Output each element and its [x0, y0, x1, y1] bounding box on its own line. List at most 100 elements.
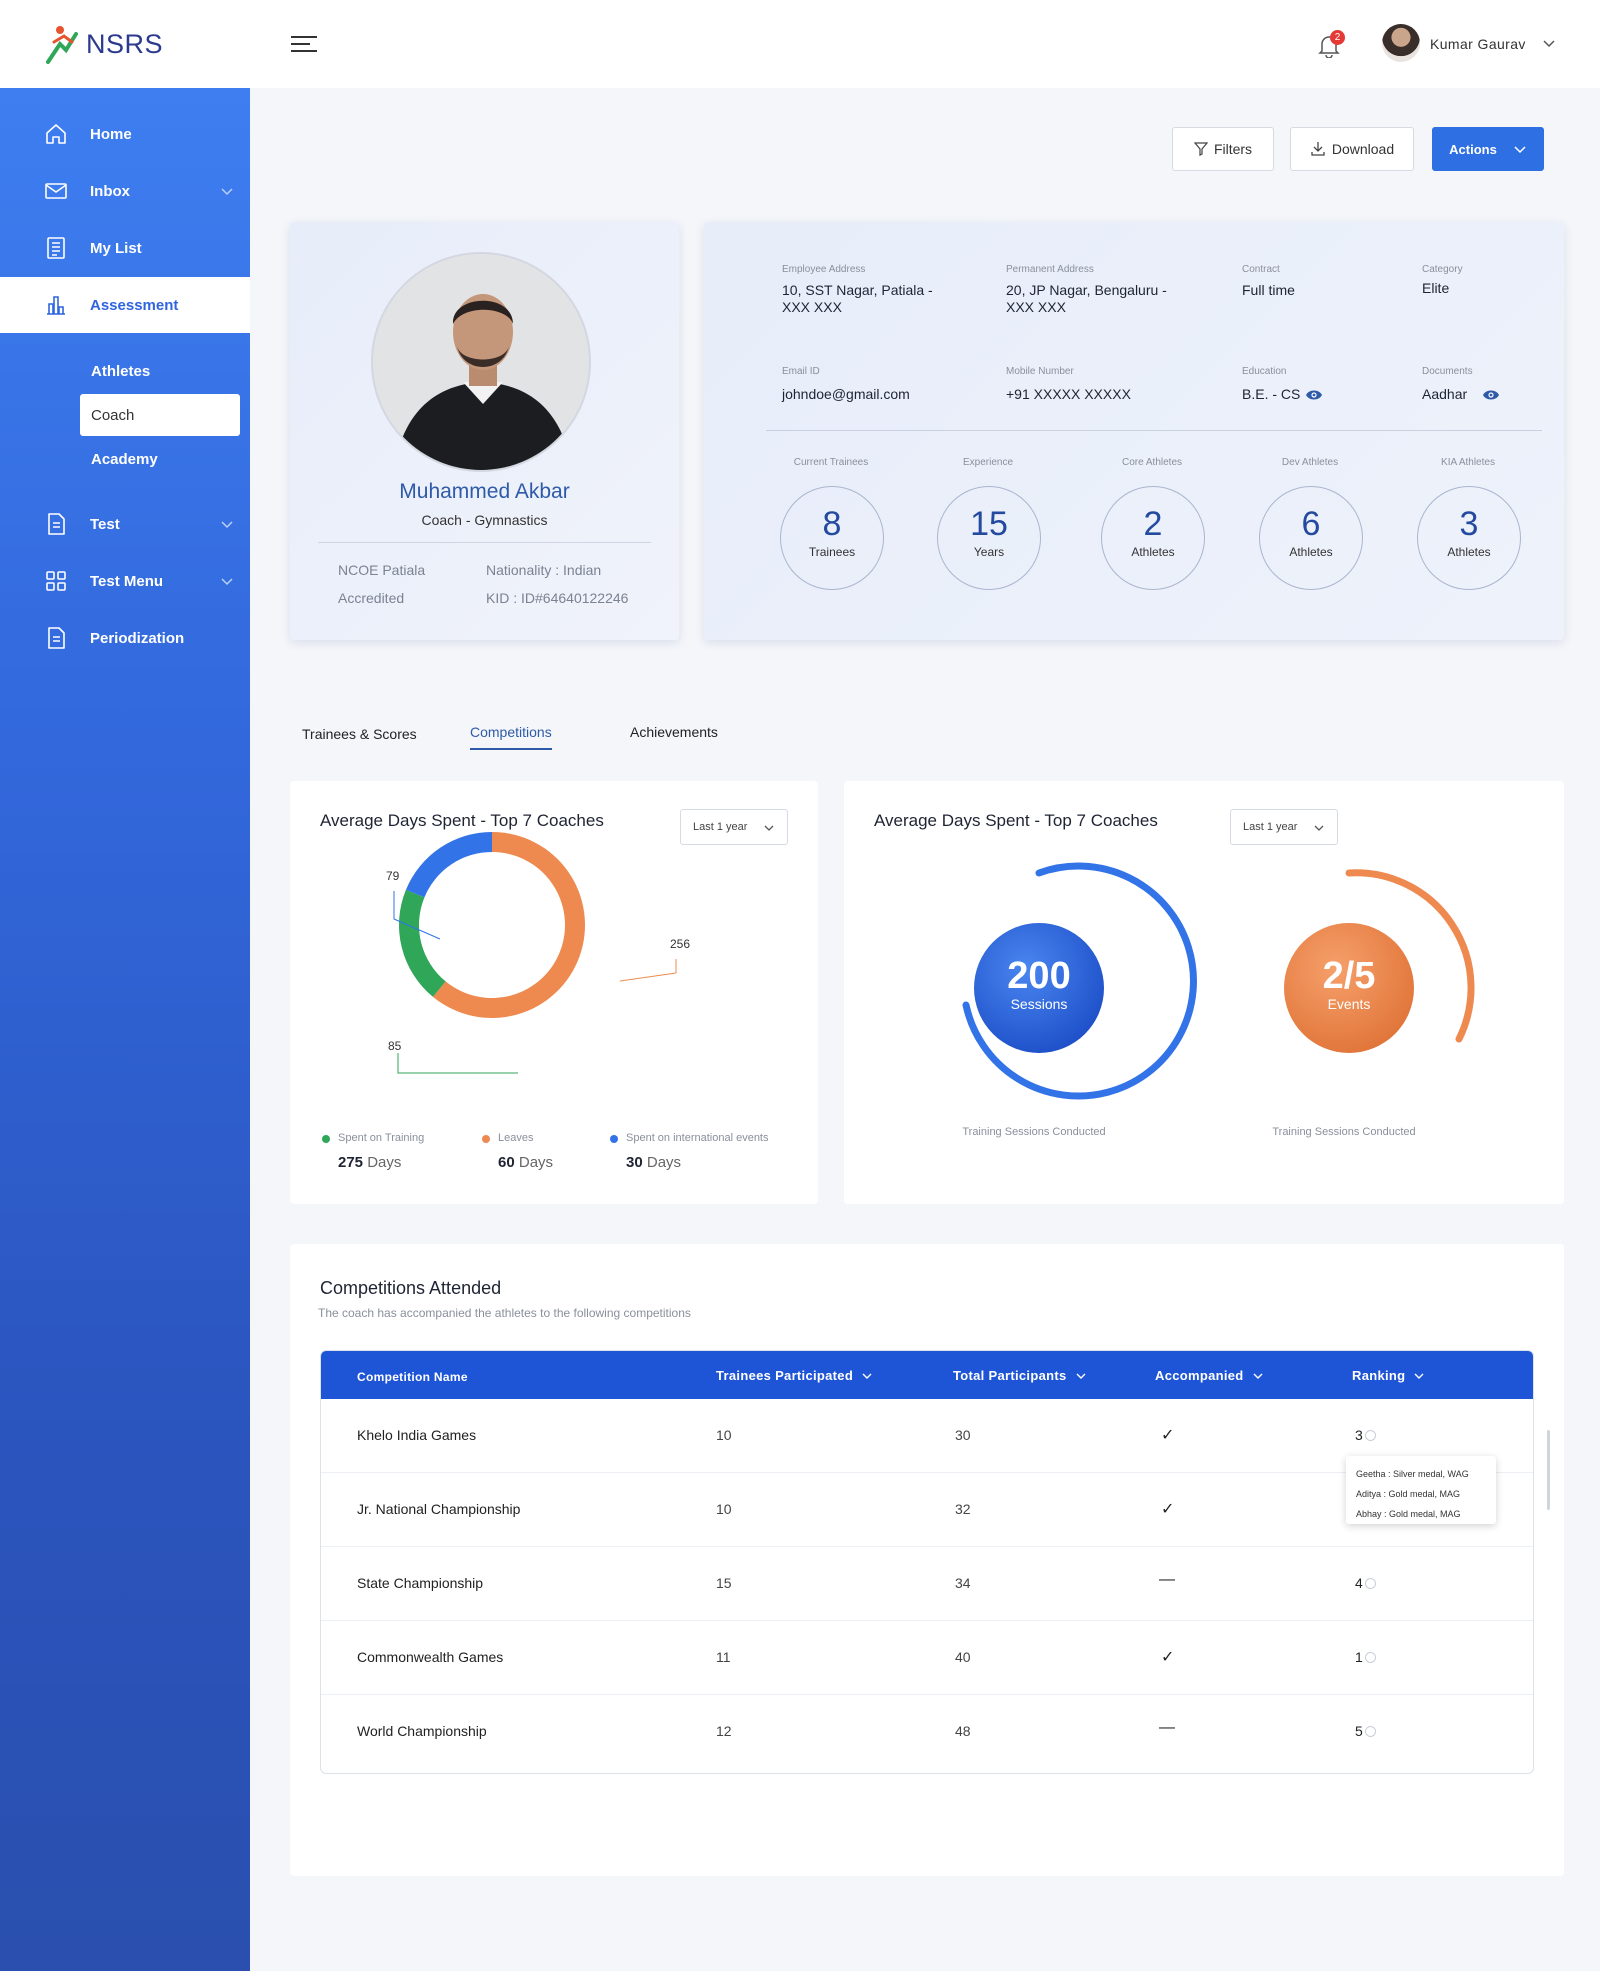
gauge-chart-card: Average Days Spent - Top 7 Coaches Last … — [844, 781, 1564, 1204]
divider — [766, 430, 1542, 431]
permanent-address: 20, JP Nagar, Bengaluru - XXX XXX — [1006, 282, 1167, 315]
gauge-unit: Sessions — [1010, 996, 1068, 1012]
gauge-rings — [962, 862, 1475, 1100]
info-icon[interactable] — [1364, 1577, 1376, 1589]
info-icon[interactable] — [1364, 1651, 1376, 1663]
ranking-tooltip: Geetha : Silver medal, WAG Aditya : Gold… — [1346, 1456, 1496, 1524]
mail-icon — [45, 183, 67, 199]
table-row[interactable]: Commonwealth Games 11 40 ✓ 1 — [321, 1621, 1533, 1695]
stat-value: 15 — [970, 505, 1008, 543]
sidebar-subitem-athletes[interactable]: Athletes — [80, 350, 240, 392]
gauge-label-sessions: 200 Sessions — [974, 956, 1104, 1012]
stat-label: Experience — [962, 457, 1014, 468]
gauge-unit: Events — [1327, 996, 1371, 1012]
stat-value: 6 — [1301, 505, 1321, 543]
cell-competition-name: Jr. National Championship — [357, 1501, 521, 1517]
column-header-accompanied[interactable]: Accompanied — [1155, 1368, 1264, 1383]
legend-value: 275 Days — [338, 1154, 402, 1171]
tab-trainees-scores[interactable]: Trainees & Scores — [302, 726, 417, 742]
sidebar-subitem-label: Coach — [91, 406, 135, 424]
gauge-label-events: 2/5 Events — [1284, 956, 1414, 1012]
employee-address: 10, SST Nagar, Patiala - XXX XXX — [782, 282, 933, 315]
notification-badge: 2 — [1330, 30, 1345, 45]
stat-unit: Trainees — [808, 545, 856, 559]
coach-nationality: Nationality : Indian — [486, 562, 602, 578]
sidebar-subitem-academy[interactable]: Academy — [80, 438, 240, 480]
cell-trainees: 15 — [716, 1575, 732, 1591]
documents-label: Documents — [1422, 366, 1473, 377]
cell-accompanied: — — [1159, 1719, 1175, 1736]
stat-label: Dev Athletes — [1281, 457, 1339, 468]
sidebar-item-test[interactable]: Test — [0, 496, 250, 552]
stat-experience: 15 Years — [937, 486, 1041, 590]
column-header-total[interactable]: Total Participants — [953, 1368, 1087, 1383]
tab-competitions[interactable]: Competitions — [470, 724, 552, 750]
chevron-down-icon[interactable] — [1542, 36, 1556, 50]
actions-button[interactable]: Actions — [1432, 127, 1544, 171]
stat-core-athletes: 2 Athletes — [1101, 486, 1205, 590]
competitions-card: Competitions Attended The coach has acco… — [290, 1244, 1564, 1876]
eye-icon[interactable] — [1305, 388, 1323, 402]
column-header-ranking[interactable]: Ranking — [1352, 1368, 1425, 1383]
tab-achievements[interactable]: Achievements — [630, 724, 718, 740]
employee-address-label: Employee Address — [782, 264, 866, 275]
gauge-value: 200 — [1007, 955, 1071, 997]
legend-value: 30 Days — [626, 1154, 682, 1171]
avatar[interactable] — [1382, 24, 1420, 62]
filters-button[interactable]: Filters — [1172, 127, 1274, 171]
cell-competition-name: State Championship — [357, 1575, 484, 1591]
download-button[interactable]: Download — [1290, 127, 1414, 171]
legend-dot-international — [610, 1135, 618, 1143]
chevron-down-icon — [221, 521, 233, 529]
callout-value-orange: 256 — [670, 937, 691, 951]
tooltip-line: Abhay : Gold medal, MAG — [1356, 1509, 1461, 1519]
sidebar-item-periodization[interactable]: Periodization — [0, 610, 250, 666]
contract-value: Full time — [1242, 282, 1295, 298]
download-label: Download — [1331, 141, 1395, 157]
cell-competition-name: Commonwealth Games — [357, 1649, 504, 1665]
section-title: Competitions Attended — [320, 1278, 502, 1298]
table-scrollbar[interactable] — [1547, 1430, 1550, 1510]
coach-info-card: Employee Address 10, SST Nagar, Patiala … — [704, 222, 1564, 640]
info-icon[interactable] — [1364, 1429, 1376, 1441]
eye-icon[interactable] — [1482, 388, 1500, 402]
email-label: Email ID — [782, 366, 820, 377]
actions-label: Actions — [1449, 141, 1497, 157]
sidebar-item-assessment[interactable]: Assessment — [0, 277, 250, 333]
cell-accompanied: ✓ — [1161, 1649, 1175, 1666]
stat-value: 2 — [1143, 505, 1163, 543]
table-row[interactable]: World Championship 12 48 — 5 — [321, 1695, 1533, 1769]
cell-ranking: 4 — [1355, 1575, 1376, 1591]
stat-label: KIA Athletes — [1441, 457, 1495, 468]
donut-slice-spent-on-training[interactable] — [399, 889, 446, 997]
sidebar-item-my-list[interactable]: My List — [0, 220, 250, 276]
sidebar-subitem-coach[interactable]: Coach — [80, 394, 240, 436]
info-icon[interactable] — [1364, 1725, 1376, 1737]
coach-org: NCOE Patiala — [338, 562, 426, 578]
contract-label: Contract — [1242, 264, 1280, 275]
column-header-trainees[interactable]: Trainees Participated — [716, 1368, 873, 1383]
cell-ranking: 5 — [1355, 1723, 1376, 1739]
cell-trainees: 11 — [716, 1649, 731, 1665]
chevron-down-icon — [1514, 146, 1526, 154]
cell-ranking: 1 — [1355, 1649, 1376, 1665]
user-name[interactable]: Kumar Gaurav — [1430, 36, 1526, 52]
category-value: Elite — [1422, 280, 1450, 296]
sidebar: Home Inbox My List Assessment Athletes C… — [0, 88, 250, 1971]
sidebar-item-home[interactable]: Home — [0, 106, 250, 162]
permanent-address-label: Permanent Address — [1006, 264, 1094, 275]
column-header-competition-name: Competition Name — [357, 1370, 468, 1384]
hamburger-menu-icon[interactable] — [290, 34, 318, 54]
legend-value: 60 Days — [498, 1154, 554, 1171]
stat-value: 8 — [822, 505, 842, 543]
filters-label: Filters — [1213, 141, 1253, 157]
logo[interactable]: NSRS — [0, 0, 250, 88]
cell-total: 30 — [955, 1427, 971, 1443]
sidebar-item-test-menu[interactable]: Test Menu — [0, 553, 250, 609]
table-row[interactable]: State Championship 15 34 — 4 — [321, 1547, 1533, 1621]
top-bar: 2 Kumar Gaurav — [250, 0, 1600, 88]
callout-line-green — [397, 1053, 518, 1074]
sidebar-item-inbox[interactable]: Inbox — [0, 163, 250, 219]
cell-trainees: 12 — [716, 1723, 732, 1739]
donut-slice-spent-on-international-events[interactable] — [405, 832, 492, 898]
